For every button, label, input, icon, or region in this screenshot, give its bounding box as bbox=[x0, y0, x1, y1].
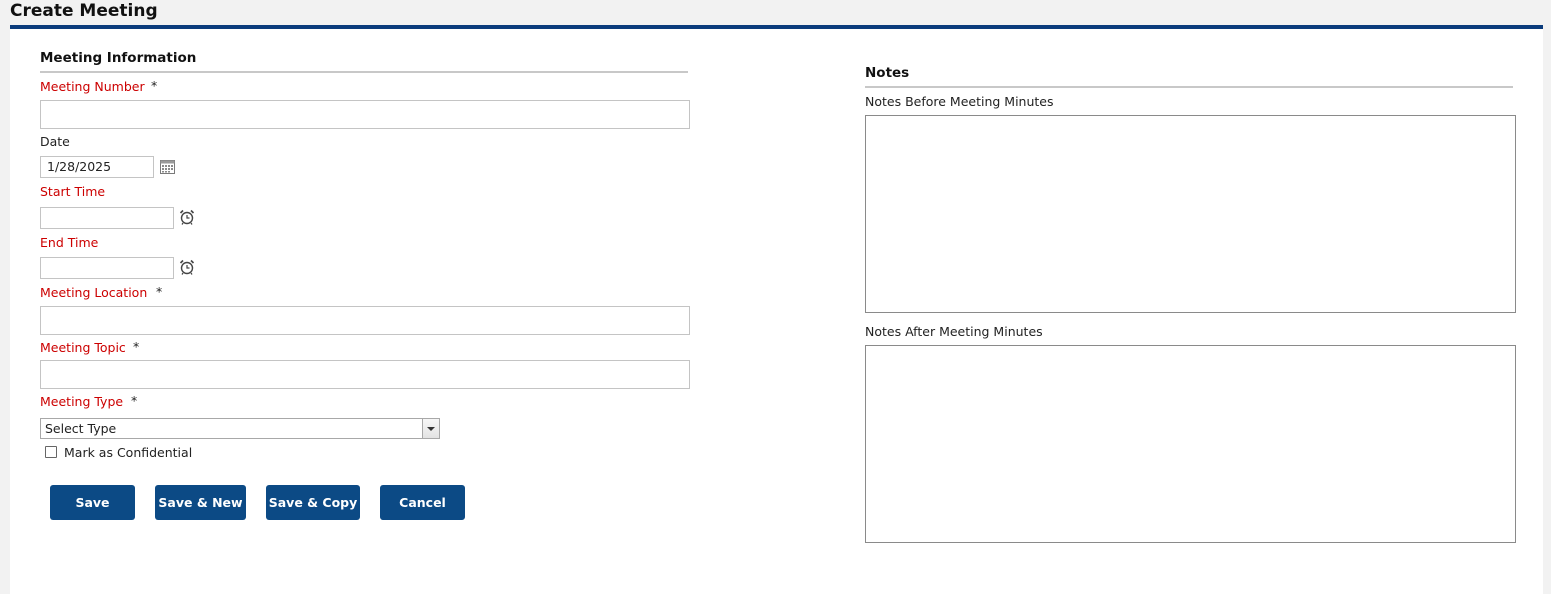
meeting-information-heading: Meeting Information bbox=[40, 50, 197, 66]
notes-before-label: Notes Before Meeting Minutes bbox=[865, 94, 1054, 109]
start-time-input[interactable] bbox=[40, 207, 174, 229]
calendar-icon[interactable] bbox=[160, 160, 175, 174]
confidential-label: Mark as Confidential bbox=[64, 445, 193, 460]
date-input[interactable]: 1/28/2025 bbox=[40, 156, 154, 178]
meeting-type-selected: Select Type bbox=[45, 421, 117, 436]
page-title: Create Meeting bbox=[10, 1, 158, 21]
alarm-clock-icon[interactable] bbox=[179, 259, 195, 275]
save-and-copy-button[interactable]: Save & Copy bbox=[266, 485, 360, 520]
required-marker: * bbox=[133, 339, 140, 354]
notes-before-textarea[interactable] bbox=[865, 115, 1516, 313]
cancel-button[interactable]: Cancel bbox=[380, 485, 465, 520]
end-time-label: End Time bbox=[40, 235, 99, 250]
end-time-input[interactable] bbox=[40, 257, 174, 279]
alarm-clock-icon[interactable] bbox=[179, 209, 195, 225]
required-marker: * bbox=[151, 78, 158, 93]
notes-after-label: Notes After Meeting Minutes bbox=[865, 324, 1043, 339]
required-marker: * bbox=[156, 284, 163, 299]
save-and-new-button[interactable]: Save & New bbox=[155, 485, 246, 520]
meeting-topic-label: Meeting Topic bbox=[40, 340, 126, 355]
start-time-label: Start Time bbox=[40, 184, 106, 199]
meeting-number-label: Meeting Number bbox=[40, 79, 145, 94]
date-label: Date bbox=[40, 134, 70, 149]
meeting-location-label: Meeting Location bbox=[40, 285, 148, 300]
meeting-number-input[interactable] bbox=[40, 100, 690, 129]
notes-divider bbox=[865, 86, 1513, 88]
save-button[interactable]: Save bbox=[50, 485, 135, 520]
meeting-location-input[interactable] bbox=[40, 306, 690, 335]
notes-heading: Notes bbox=[865, 65, 910, 81]
meeting-type-select[interactable]: Select Type bbox=[40, 418, 440, 439]
meeting-topic-input[interactable] bbox=[40, 360, 690, 389]
meeting-type-label: Meeting Type bbox=[40, 394, 124, 409]
confidential-checkbox[interactable] bbox=[45, 446, 57, 458]
notes-after-textarea[interactable] bbox=[865, 345, 1516, 543]
required-marker: * bbox=[131, 393, 138, 408]
meeting-information-divider bbox=[40, 71, 688, 73]
chevron-down-icon[interactable] bbox=[422, 419, 439, 438]
